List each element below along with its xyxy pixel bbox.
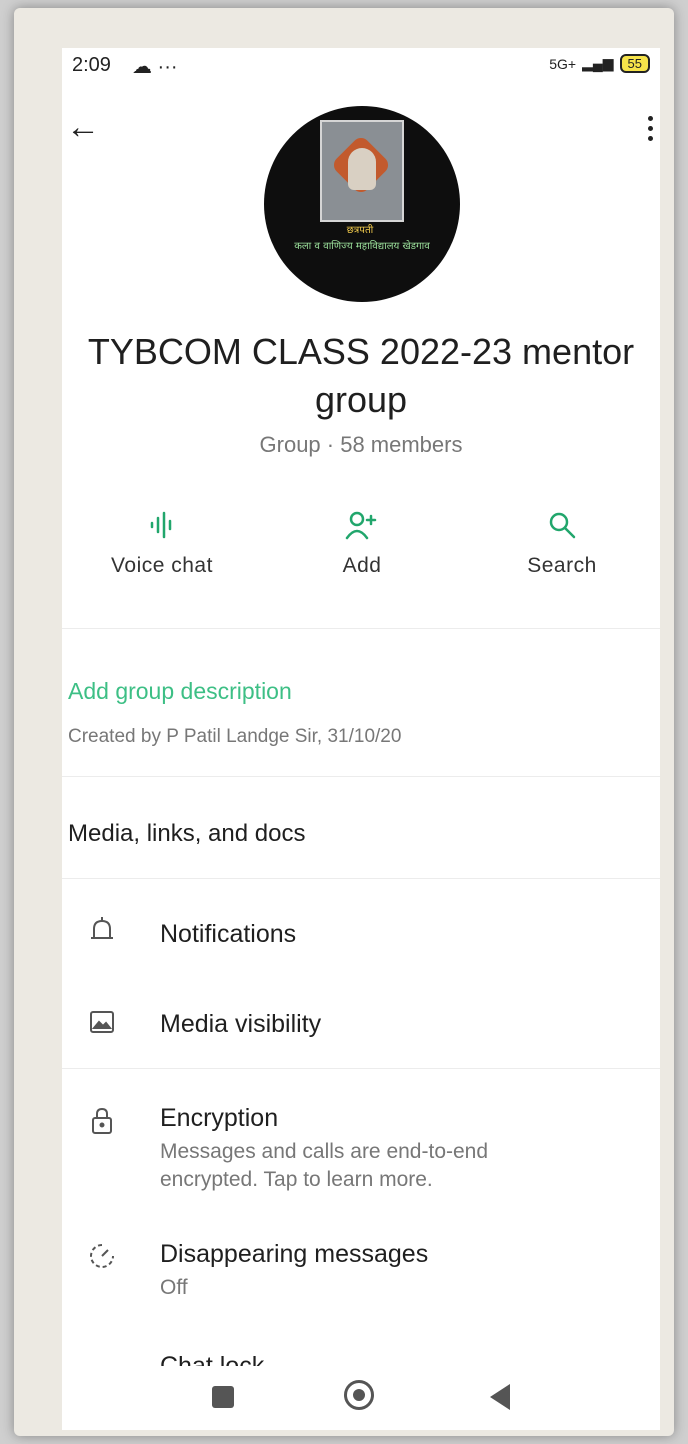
group-name: TYBCOM CLASS 2022-23 mentor group bbox=[87, 331, 635, 420]
add-group-description-link[interactable]: Add group description bbox=[68, 678, 292, 705]
battery-level: 55 bbox=[619, 54, 650, 73]
bell-icon bbox=[86, 916, 118, 953]
group-member-count: Group · 58 members bbox=[259, 432, 463, 457]
divider bbox=[62, 1068, 660, 1069]
lock-icon bbox=[86, 1106, 118, 1143]
system-navigation-bar bbox=[62, 1366, 660, 1430]
divider bbox=[62, 878, 660, 879]
settings-row-subtitle: Off bbox=[160, 1276, 188, 1299]
settings-row-title: Encryption bbox=[160, 1104, 279, 1132]
settings-row-title: Disappearing messages bbox=[160, 1240, 429, 1268]
avatar-name-text: छत्रपती bbox=[346, 225, 374, 236]
status-notification-icons: ☁ ··· bbox=[132, 56, 178, 78]
status-time: 2:09 bbox=[72, 54, 111, 76]
status-right-icons: 5G+ ▂▄▆ 55 bbox=[549, 54, 650, 73]
phone-frame: 2:09 ☁ ··· 5G+ ▂▄▆ 55 ← छत्रपती कला व वा… bbox=[14, 8, 674, 1436]
add-label: Add bbox=[342, 554, 382, 577]
overflow-menu-icon[interactable] bbox=[646, 116, 654, 146]
image-icon bbox=[86, 1008, 118, 1043]
search-icon bbox=[472, 510, 652, 546]
divider bbox=[62, 628, 660, 629]
group-avatar[interactable]: छत्रपती कला व वाणिज्य महाविद्यालय खेडगाव bbox=[264, 106, 460, 302]
settings-row-title: Media visibility bbox=[160, 1010, 322, 1038]
avatar-caption: कला व वाणिज्य महाविद्यालय खेडगाव bbox=[294, 241, 430, 252]
voice-chat-button[interactable]: Voice chat bbox=[72, 510, 252, 578]
timer-icon bbox=[86, 1242, 118, 1277]
media-links-docs-row[interactable]: Media, links, and docs bbox=[68, 820, 305, 848]
settings-row-subtitle: Messages and calls are end-to-end encryp… bbox=[160, 1140, 489, 1191]
signal-icon: ▂▄▆ bbox=[582, 55, 614, 71]
divider bbox=[62, 776, 660, 777]
settings-row-title: Notifications bbox=[160, 920, 297, 948]
add-person-icon bbox=[272, 510, 452, 546]
home-button-icon[interactable] bbox=[344, 1380, 374, 1410]
back-button-icon[interactable] bbox=[490, 1384, 510, 1410]
recents-button-icon[interactable] bbox=[212, 1386, 234, 1408]
network-type: 5G+ bbox=[549, 55, 577, 72]
created-by-text: Created by P Patil Landge Sir, 31/10/20 bbox=[68, 726, 402, 747]
voice-chat-label: Voice chat bbox=[111, 554, 213, 577]
search-label: Search bbox=[527, 554, 597, 577]
search-button[interactable]: Search bbox=[472, 510, 652, 578]
status-bar: 2:09 ☁ ··· 5G+ ▂▄▆ 55 bbox=[62, 48, 660, 88]
voice-chat-icon bbox=[72, 510, 252, 546]
quick-actions: Voice chat Add Search bbox=[62, 510, 660, 590]
group-info-screen: 2:09 ☁ ··· 5G+ ▂▄▆ 55 ← छत्रपती कला व वा… bbox=[62, 48, 660, 1430]
add-button[interactable]: Add bbox=[272, 510, 452, 578]
avatar-portrait bbox=[320, 120, 404, 222]
back-arrow-icon[interactable]: ← bbox=[66, 108, 100, 147]
